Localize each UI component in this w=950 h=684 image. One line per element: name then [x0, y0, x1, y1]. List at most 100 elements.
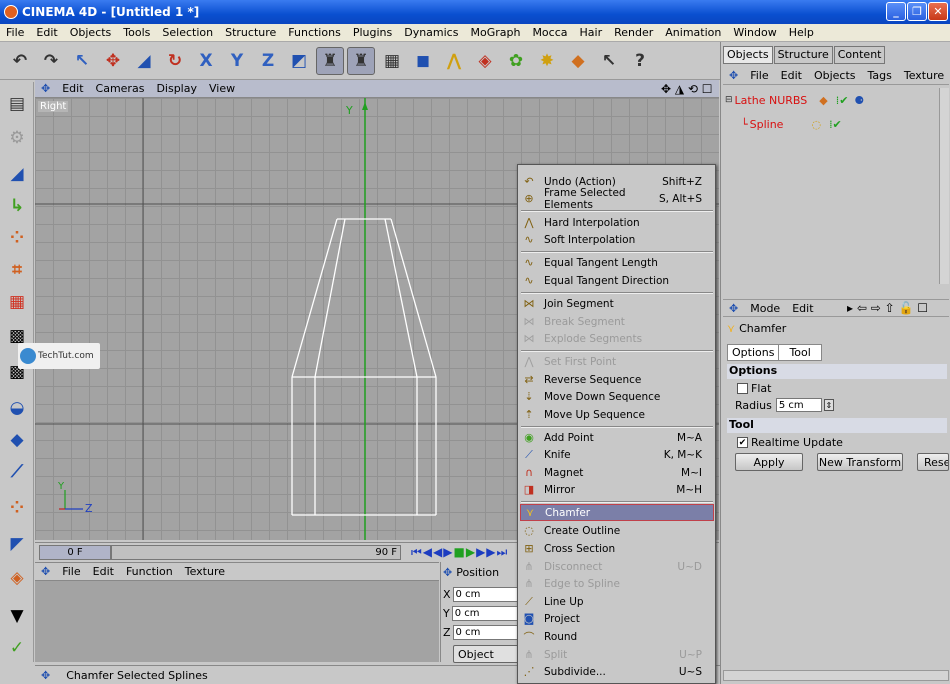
material-menu-function[interactable]: Function [120, 565, 179, 578]
coord-y-input[interactable] [451, 605, 518, 621]
menu-item-add-point[interactable]: ◉ Add Point M~A [520, 429, 714, 446]
menu-item-move-up-sequence[interactable]: ⇡ Move Up Sequence [520, 406, 714, 423]
menu-item-frame-selected[interactable]: ⊕ Frame Selected Elements S, Alt+S [520, 187, 714, 211]
edge-mode-icon[interactable]: ⌗ [3, 256, 31, 284]
tweak-mode-icon[interactable]: ⁘ [3, 494, 31, 522]
menu-item-reverse-sequence[interactable]: ⇄ Reverse Sequence [520, 371, 714, 388]
menu-mograph[interactable]: MoGraph [464, 26, 526, 39]
menu-item-round[interactable]: ⌒ Round [520, 628, 714, 645]
menu-selection[interactable]: Selection [156, 26, 219, 39]
coord-mode-select[interactable]: Object [453, 645, 519, 663]
maximize-button[interactable]: ❐ [907, 2, 927, 21]
viewport-nav-icons[interactable]: ✥ ◮ ⟲ ☐ [655, 82, 719, 96]
phong-tag-icon[interactable]: ⚈ [854, 94, 864, 107]
nurbs-icon[interactable]: ◈ [471, 47, 499, 75]
collapse-icon[interactable]: ⊟ [725, 95, 733, 105]
cube-object-icon[interactable]: ◼ [409, 47, 437, 75]
viewport-menu-display[interactable]: Display [150, 82, 203, 95]
menu-edit[interactable]: Edit [30, 26, 63, 39]
om-menu-objects[interactable]: Objects [808, 69, 862, 82]
attr-tab-options[interactable]: Options [728, 345, 780, 360]
om-menu-edit[interactable]: Edit [775, 69, 808, 82]
scale-tool-icon[interactable]: ◢ [130, 47, 158, 75]
menu-mocca[interactable]: Mocca [526, 26, 573, 39]
realtime-update-row[interactable]: ✔ Realtime Update [737, 436, 843, 449]
solo-icon[interactable]: ◤ [3, 530, 31, 558]
help-icon[interactable]: ? [626, 47, 654, 75]
menu-plugins[interactable]: Plugins [347, 26, 398, 39]
menu-item-line-up[interactable]: ⟋ Line Up [520, 593, 714, 610]
attr-menu-mode[interactable]: Mode [744, 302, 786, 315]
move-tool-icon[interactable]: ✥ [99, 47, 127, 75]
visible-check-icon[interactable]: ⁞✔ [829, 118, 842, 131]
flat-checkbox-row[interactable]: Flat [737, 382, 771, 395]
attr-nav-icons[interactable]: ▸ ⇦ ⇨ ⇧ 🔓 ☐ [841, 301, 934, 315]
current-frame-field[interactable]: 0 F [39, 545, 111, 560]
realtime-update-checkbox[interactable]: ✔ [737, 437, 748, 448]
animation-mode-icon[interactable]: ⟋ [3, 458, 31, 486]
tab-objects[interactable]: Objects [723, 46, 773, 64]
menu-hair[interactable]: Hair [574, 26, 609, 39]
object-mode-icon[interactable]: ◢ [3, 160, 31, 188]
redo-icon[interactable]: ↷ [37, 47, 65, 75]
array-icon[interactable]: ✿ [502, 47, 530, 75]
object-row-spline[interactable]: └ Spline ◌ ⁞✔ [741, 116, 842, 132]
material-menu-texture[interactable]: Texture [179, 565, 231, 578]
disable-selected-icon[interactable]: ◈ [3, 564, 31, 592]
radius-stepper[interactable]: ⇕ [823, 399, 834, 411]
tab-structure[interactable]: Structure [773, 46, 833, 64]
menu-structure[interactable]: Structure [219, 26, 282, 39]
object-list-scrollbar[interactable] [939, 88, 949, 284]
radius-input[interactable]: 5 cm [775, 398, 822, 412]
menu-item-join-segment[interactable]: ⋈ Join Segment [520, 295, 714, 312]
menu-item-knife[interactable]: ⟋ Knife K, M~K [520, 446, 714, 463]
viewport-menu-view[interactable]: View [203, 82, 241, 95]
z-axis-lock-icon[interactable]: Z [254, 47, 282, 75]
menu-item-chamfer[interactable]: ⋎ Chamfer [520, 504, 714, 521]
playback-controls[interactable]: ⏮◀◀▶■▶▶▶⏭ [411, 545, 508, 560]
menu-item-move-down-sequence[interactable]: ⇣ Move Down Sequence [520, 388, 714, 405]
y-axis-lock-icon[interactable]: Y [223, 47, 251, 75]
coord-x-input[interactable] [452, 586, 519, 602]
flat-checkbox[interactable] [737, 383, 748, 394]
frame-slider[interactable]: 90 F [111, 545, 401, 560]
coord-move-icon[interactable]: ✥ [443, 566, 452, 579]
viewport-menu-edit[interactable]: Edit [56, 82, 89, 95]
viewport-layout-icon[interactable]: ▤ [3, 90, 31, 118]
viewport-move-icon[interactable]: ✥ [35, 82, 56, 95]
reset-button[interactable]: Rese [917, 453, 949, 471]
spline-tool-icon[interactable]: ⋀ [440, 47, 468, 75]
axis-mode-icon[interactable]: ↳ [3, 192, 31, 220]
material-move-icon[interactable]: ✥ [35, 565, 56, 578]
attr-move-icon[interactable]: ✥ [723, 302, 744, 315]
point-mode-icon[interactable]: ⁘ [3, 224, 31, 252]
menu-functions[interactable]: Functions [282, 26, 347, 39]
render-region-icon[interactable]: ♜ [347, 46, 375, 75]
knife-icon[interactable]: ◆ [3, 426, 31, 454]
menu-item-equal-tangent-length[interactable]: ∿ Equal Tangent Length [520, 254, 714, 271]
coordinate-system-icon[interactable]: ◩ [285, 47, 313, 75]
tab-content[interactable]: Content [833, 46, 886, 64]
apply-button[interactable]: Apply [735, 453, 803, 471]
menu-item-cross-section[interactable]: ⊞ Cross Section [520, 540, 714, 557]
menu-item-create-outline[interactable]: ◌ Create Outline [520, 522, 714, 539]
viewport-menu-cameras[interactable]: Cameras [90, 82, 151, 95]
x-axis-lock-icon[interactable]: X [192, 47, 220, 75]
menu-help[interactable]: Help [783, 26, 820, 39]
menu-window[interactable]: Window [727, 26, 782, 39]
object-row-lathe-nurbs[interactable]: ⊟ Lathe NURBS ◆ ⁞✔ ⚈ [725, 92, 864, 108]
polygon-mode-icon[interactable]: ▦ [3, 288, 31, 316]
om-menu-file[interactable]: File [744, 69, 774, 82]
menu-render[interactable]: Render [608, 26, 659, 39]
render-manager-icon[interactable]: ▦ [378, 47, 406, 75]
menu-item-subdivide[interactable]: ⋰ Subdivide... U~S [520, 663, 714, 680]
menu-objects[interactable]: Objects [64, 26, 118, 39]
rotate-tool-icon[interactable]: ↻ [161, 47, 189, 75]
undo-icon[interactable]: ↶ [6, 47, 34, 75]
om-menu-tags[interactable]: Tags [862, 69, 898, 82]
menu-tools[interactable]: Tools [117, 26, 156, 39]
menu-item-project[interactable]: ◙ Project [520, 610, 714, 627]
help-pointer-icon[interactable]: ↖ [595, 47, 623, 75]
coord-z-input[interactable] [452, 624, 519, 640]
om-menu-texture[interactable]: Texture [898, 69, 950, 82]
